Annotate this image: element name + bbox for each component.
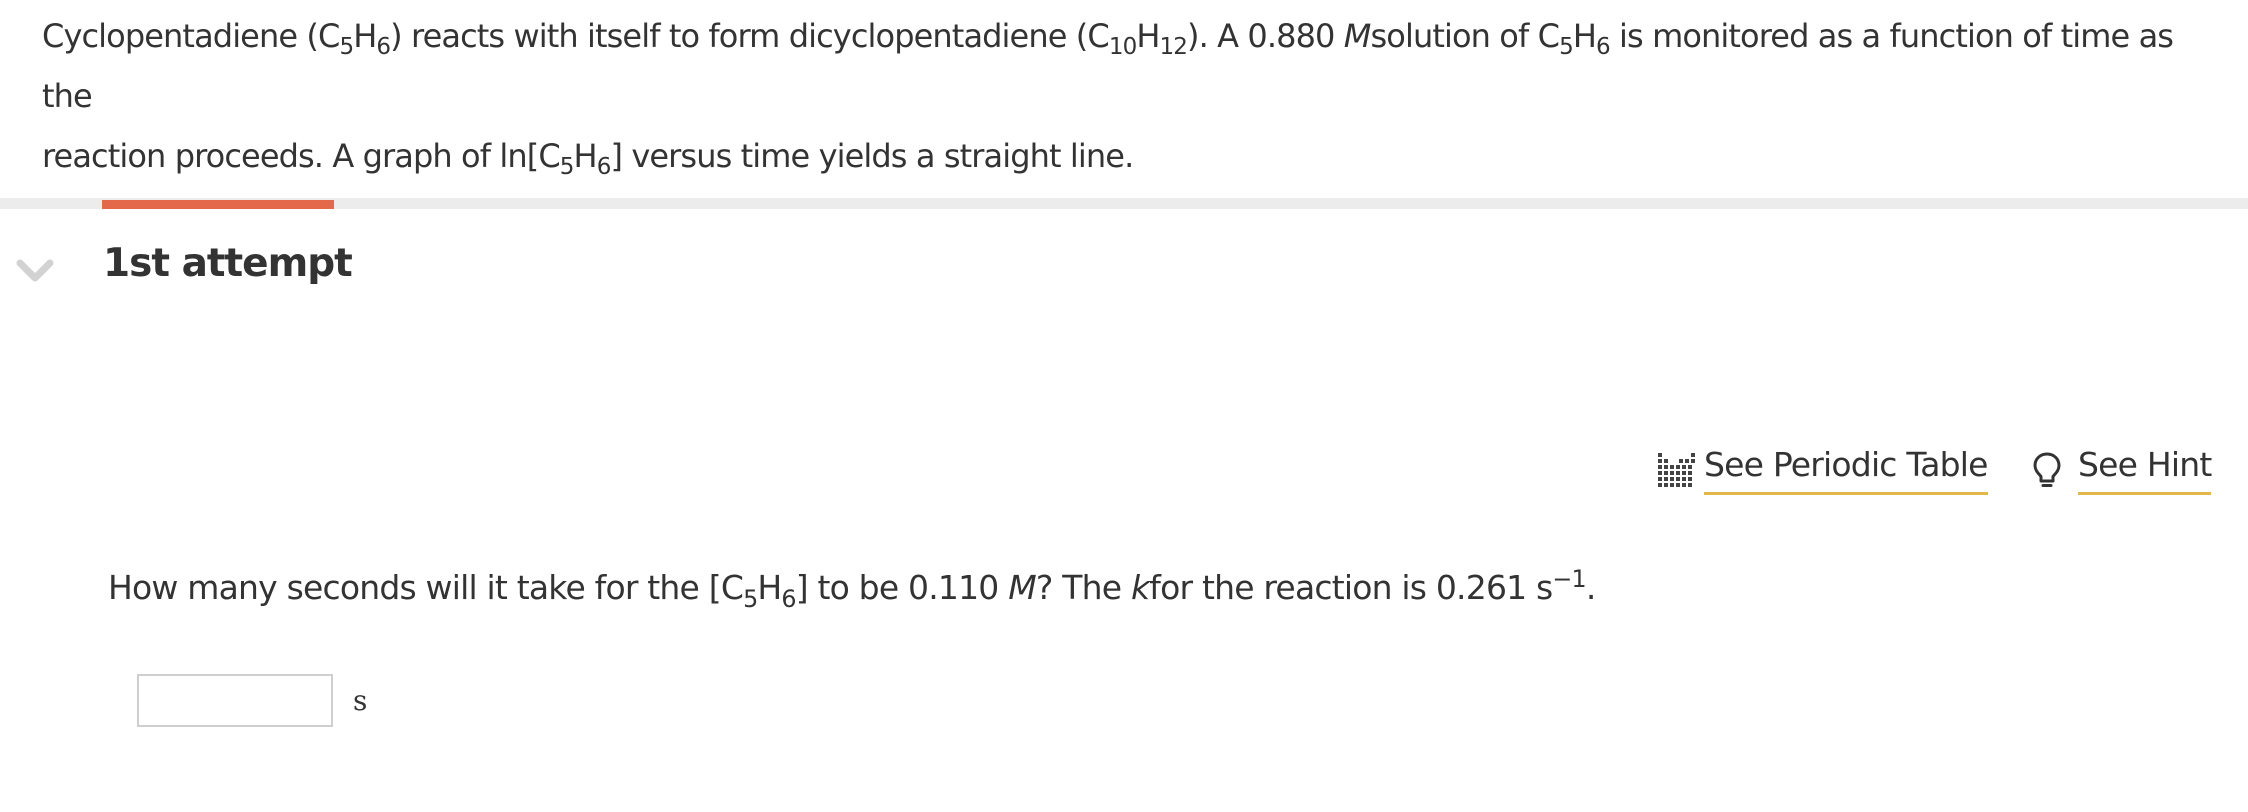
answer-input[interactable] xyxy=(137,674,333,727)
text-segment: H xyxy=(353,17,377,55)
attempt-heading: 1st attempt xyxy=(103,241,353,286)
see-hint-link[interactable]: See Hint xyxy=(2032,444,2212,495)
subscript: 6 xyxy=(781,584,796,613)
subscript: 6 xyxy=(596,154,612,181)
subscript: 5 xyxy=(559,154,575,181)
attempt-progress-indicator xyxy=(102,200,334,209)
molarity-symbol: M xyxy=(1343,17,1372,55)
text-segment: solution of C xyxy=(1370,17,1560,55)
see-periodic-table-label: See Periodic Table xyxy=(1704,444,1988,495)
subscript: 10 xyxy=(1108,34,1137,61)
attempt-progress-track xyxy=(0,198,2248,209)
rate-constant-symbol: k xyxy=(1130,568,1150,607)
see-hint-label: See Hint xyxy=(2078,444,2212,495)
text-segment: H xyxy=(1572,17,1597,55)
text-segment: H xyxy=(757,568,782,607)
text-segment: Cyclopentadiene (C xyxy=(42,17,340,55)
subscript: 6 xyxy=(376,34,391,61)
text-segment: ] to be 0.110 xyxy=(795,568,1009,607)
subscript: 12 xyxy=(1159,34,1188,61)
lightbulb-icon xyxy=(2032,451,2062,489)
subscript: 6 xyxy=(1596,34,1611,61)
text-segment: ] versus time yields a straight line. xyxy=(610,137,1134,175)
text-segment: H xyxy=(573,137,598,175)
superscript: −1 xyxy=(1552,565,1586,594)
problem-statement-line-1: Cyclopentadiene (C5H6) reacts with itsel… xyxy=(42,6,2222,126)
text-segment: ? The xyxy=(1035,568,1131,607)
text-segment: reaction proceeds. A graph of ln[C xyxy=(42,137,561,175)
question-text: How many seconds will it take for the [C… xyxy=(108,565,1596,610)
subscript: 5 xyxy=(339,34,354,61)
problem-statement-line-2: reaction proceeds. A graph of ln[C5H6] v… xyxy=(42,126,2222,186)
text-segment: ). A 0.880 xyxy=(1187,17,1344,55)
text-segment: . xyxy=(1585,568,1596,607)
text-segment: How many seconds will it take for the [C xyxy=(108,568,744,607)
problem-statement: Cyclopentadiene (C5H6) reacts with itsel… xyxy=(42,6,2222,186)
chevron-down-icon[interactable] xyxy=(16,258,54,286)
periodic-table-icon xyxy=(1658,452,1696,487)
subscript: 5 xyxy=(743,584,758,613)
subscript: 5 xyxy=(1559,34,1574,61)
molarity-symbol: M xyxy=(1008,568,1036,607)
answer-unit: s xyxy=(353,684,368,717)
text-segment: H xyxy=(1136,17,1160,55)
text-segment: ) reacts with itself to form dicyclopent… xyxy=(390,17,1110,55)
see-periodic-table-link[interactable]: See Periodic Table xyxy=(1658,444,1988,495)
text-segment: for the reaction is 0.261 s xyxy=(1149,568,1553,607)
